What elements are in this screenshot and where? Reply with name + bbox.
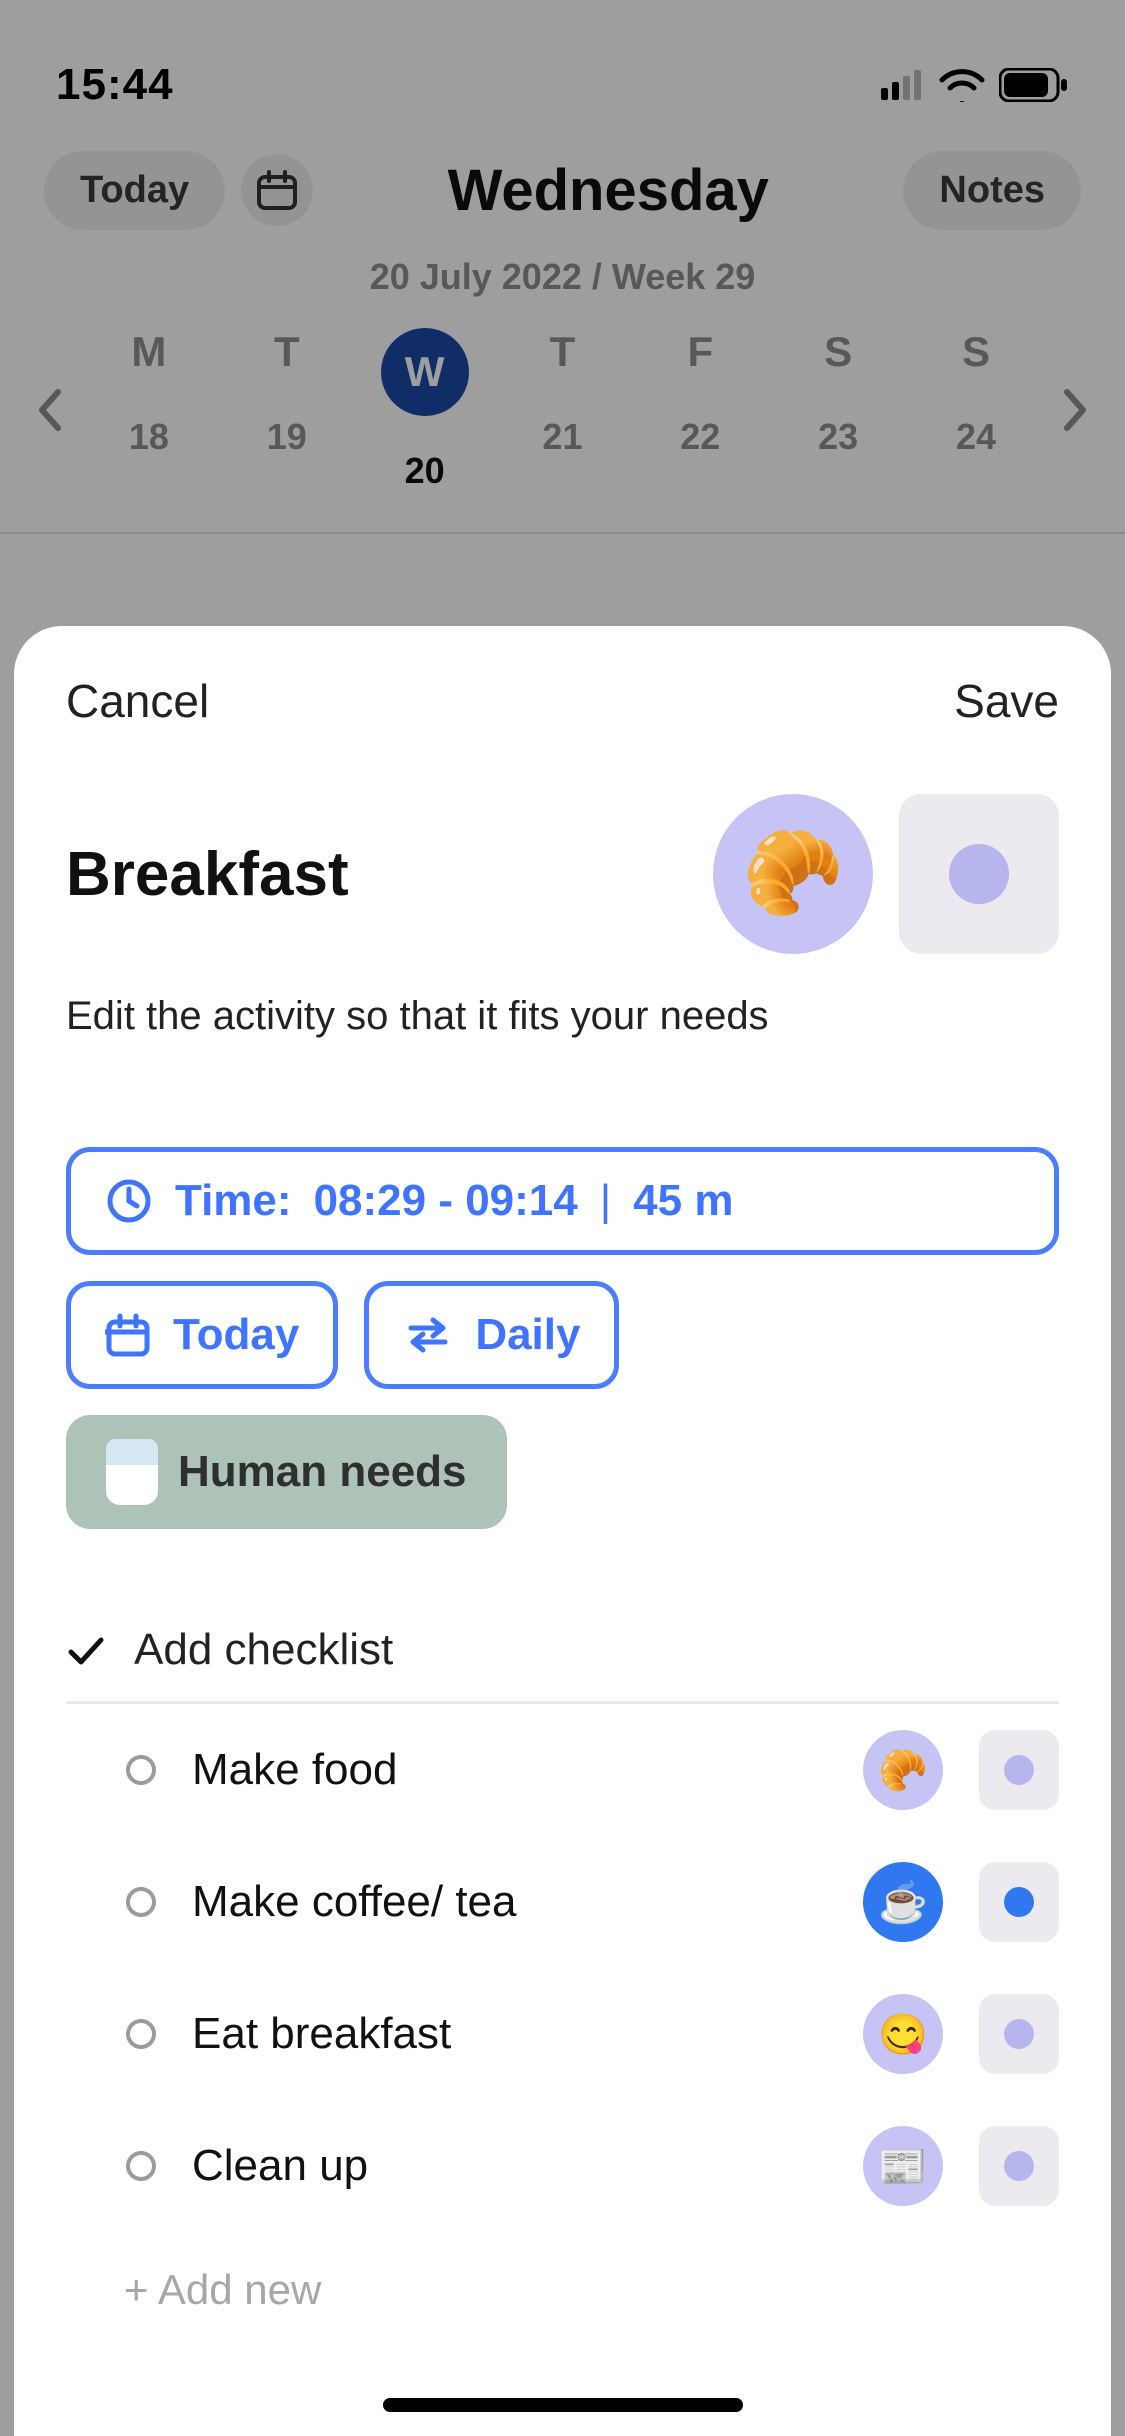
checklist-header-label: Add checklist xyxy=(134,1625,393,1675)
checklist-radio[interactable] xyxy=(126,2019,156,2049)
checklist-item-color-dot-icon xyxy=(1004,1887,1034,1917)
repeat-chip[interactable]: Daily xyxy=(364,1281,619,1389)
activity-subtitle: Edit the activity so that it fits your n… xyxy=(66,994,1059,1039)
checklist-item[interactable]: Make food 🥐 xyxy=(66,1704,1059,1836)
checklist-item-label: Eat breakfast xyxy=(192,2009,827,2059)
time-chip-duration: 45 m xyxy=(633,1176,733,1226)
activity-title: Breakfast xyxy=(66,839,349,910)
checklist-item-emoji-button[interactable]: 😋 xyxy=(863,1994,943,2074)
activity-color-picker[interactable] xyxy=(899,794,1059,954)
date-chip[interactable]: Today xyxy=(66,1281,338,1389)
checklist-item-emoji-icon: 📰 xyxy=(878,2143,928,2190)
clock-icon xyxy=(105,1177,153,1225)
checklist-item-emoji-icon: ☕ xyxy=(878,1879,928,1926)
checklist-item-color-dot-icon xyxy=(1004,2151,1034,2181)
cup-icon xyxy=(106,1439,158,1505)
time-chip-sep: | xyxy=(600,1176,611,1226)
time-chip[interactable]: Time: 08:29 - 09:14 | 45 m xyxy=(66,1147,1059,1255)
checklist-item-label: Make coffee/ tea xyxy=(192,1877,827,1927)
checklist-item-color-button[interactable] xyxy=(979,1730,1059,1810)
checklist-item-emoji-button[interactable]: ☕ xyxy=(863,1862,943,1942)
add-checklist-item-button[interactable]: + Add new xyxy=(66,2232,1059,2314)
checkmark-icon xyxy=(66,1630,106,1670)
croissant-icon: 🥐 xyxy=(742,826,844,922)
time-chip-range: 08:29 - 09:14 xyxy=(314,1176,578,1226)
category-chip[interactable]: Human needs xyxy=(66,1415,507,1529)
repeat-chip-label: Daily xyxy=(475,1310,580,1360)
save-button[interactable]: Save xyxy=(954,674,1059,728)
checklist-item-color-dot-icon xyxy=(1004,2019,1034,2049)
checklist-item-emoji-icon: 😋 xyxy=(878,2011,928,2058)
checklist-item-emoji-button[interactable]: 🥐 xyxy=(863,1730,943,1810)
category-chip-label: Human needs xyxy=(178,1447,467,1497)
checklist-item-label: Clean up xyxy=(192,2141,827,2191)
time-chip-prefix: Time: xyxy=(175,1176,292,1226)
checklist-radio[interactable] xyxy=(126,1755,156,1785)
checklist-radio[interactable] xyxy=(126,2151,156,2181)
checklist-item[interactable]: Make coffee/ tea ☕ xyxy=(66,1836,1059,1968)
checklist-item-color-button[interactable] xyxy=(979,1862,1059,1942)
cancel-button[interactable]: Cancel xyxy=(66,674,209,728)
checklist-item-color-dot-icon xyxy=(1004,1755,1034,1785)
color-dot-icon xyxy=(949,844,1009,904)
checklist-item[interactable]: Eat breakfast 😋 xyxy=(66,1968,1059,2100)
checklist-item-emoji-button[interactable]: 📰 xyxy=(863,2126,943,2206)
checklist-item[interactable]: Clean up 📰 xyxy=(66,2100,1059,2232)
checklist-item-label: Make food xyxy=(192,1745,827,1795)
checklist-header[interactable]: Add checklist xyxy=(66,1625,1059,1704)
date-chip-label: Today xyxy=(173,1310,299,1360)
home-indicator[interactable] xyxy=(383,2398,743,2412)
checklist-radio[interactable] xyxy=(126,1887,156,1917)
calendar-icon xyxy=(105,1312,151,1358)
activity-edit-sheet: Cancel Save Breakfast 🥐 Edit the activit… xyxy=(14,626,1111,2436)
checklist-item-emoji-icon: 🥐 xyxy=(878,1747,928,1794)
activity-emoji-picker[interactable]: 🥐 xyxy=(713,794,873,954)
repeat-icon xyxy=(403,1312,453,1358)
checklist-item-color-button[interactable] xyxy=(979,2126,1059,2206)
checklist-item-color-button[interactable] xyxy=(979,1994,1059,2074)
